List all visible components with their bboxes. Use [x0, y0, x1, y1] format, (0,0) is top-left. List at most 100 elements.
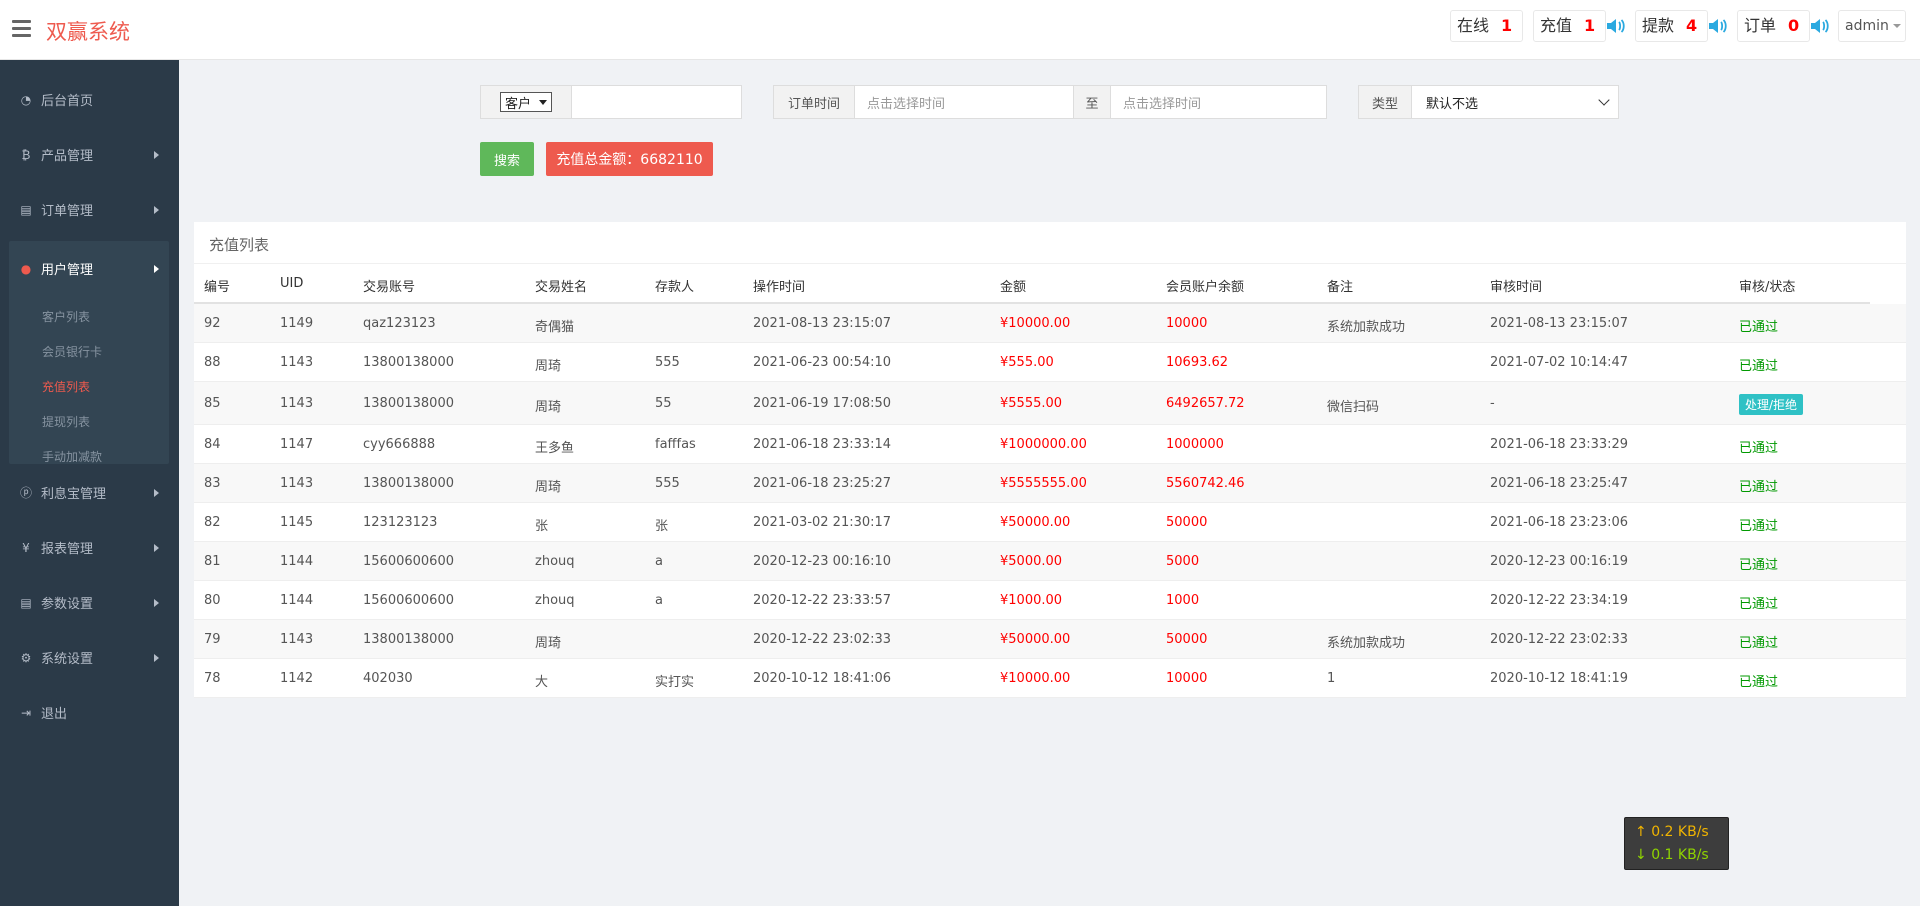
sidebar-subitem-customers[interactable]: 客户列表: [42, 308, 90, 325]
col-uid: 1143: [280, 354, 314, 370]
time-start-input[interactable]: 点击选择时间: [855, 86, 1073, 118]
col-op-time: 2020-12-22 23:33:57: [753, 592, 892, 608]
col-review-time: 2021-06-18 23:33:29: [1490, 436, 1629, 452]
col-account: 13800138000: [363, 354, 454, 370]
order-time-label: 订单时间: [774, 86, 855, 118]
sidebar-item-orders[interactable]: ▤ 订单管理: [0, 182, 179, 237]
process-reject-button[interactable]: 处理/拒绝: [1739, 393, 1804, 415]
col-amount: ¥5555.00: [1000, 395, 1063, 411]
sound-icon[interactable]: [1810, 17, 1830, 35]
sidebar-subitem-bank-cards[interactable]: 会员银行卡: [42, 343, 102, 360]
chevron-down-icon: [1892, 24, 1901, 28]
sidebar-item-system[interactable]: ⚙ 系统设置: [0, 630, 179, 685]
col-balance: 1000: [1166, 592, 1200, 608]
col-account: 402030: [363, 670, 413, 686]
sidebar-item-logout[interactable]: ⇥ 退出: [0, 685, 179, 740]
col-name: 周琦: [535, 399, 562, 415]
sidebar-item-params[interactable]: ▤ 参数设置: [0, 575, 179, 630]
table-row: 81 1144 15600600600 zhouq a 2020-12-23 00:16:…: [194, 542, 1906, 581]
col-uid: 1144: [280, 592, 314, 608]
sidebar-item-label: 用户管理: [41, 263, 94, 278]
col-status: 已通过: [1739, 358, 1779, 374]
chevron-right-icon: [154, 206, 159, 214]
sidebar-item-reports[interactable]: ¥ 报表管理: [0, 520, 179, 575]
type-select[interactable]: 默认不选: [1412, 93, 1618, 112]
col-uid: 1142: [280, 670, 314, 686]
sidebar-item-dashboard[interactable]: ◔ 后台首页: [0, 72, 179, 127]
col-status: 已通过: [1739, 319, 1779, 335]
table-row: 83 1143 13800138000 周琦 555 2021-06-18 23:25:2…: [194, 464, 1906, 503]
col-uid: 1144: [280, 553, 314, 569]
download-speed: ↓ 0.1 KB/s: [1635, 847, 1709, 863]
col-note: 系统加款成功: [1327, 319, 1406, 335]
stat-online-value: 1: [1501, 16, 1513, 35]
table-row: 85 1143 13800138000 周琦 55 2021-06-19 17:08:50…: [194, 382, 1906, 425]
stat-orders-label: 订单: [1744, 16, 1777, 35]
customer-input[interactable]: [572, 86, 741, 118]
recharge-total-button[interactable]: 充值总金额：6682110: [546, 142, 713, 176]
sound-icon[interactable]: [1606, 17, 1626, 35]
header-col-name: 交易姓名: [535, 280, 588, 295]
col-account: 13800138000: [363, 631, 454, 647]
col-account: 15600600600: [363, 592, 454, 608]
header-col-status: 审核/状态: [1739, 280, 1796, 295]
sidebar-item-products[interactable]: ₿ 产品管理: [0, 127, 179, 182]
col-op-time: 2021-08-13 23:15:07: [753, 315, 892, 331]
customer-select-addon: 客户: [481, 86, 572, 118]
yen-icon: ¥: [22, 540, 30, 555]
customer-select[interactable]: 客户: [499, 92, 552, 112]
col-name: zhouq: [535, 592, 575, 608]
chevron-right-icon: [154, 151, 159, 159]
col-op-time: 2021-06-18 23:33:14: [753, 436, 892, 452]
col-review-time: 2020-12-23 00:16:19: [1490, 553, 1629, 569]
col-account: cyy666888: [363, 436, 436, 452]
col-account: 13800138000: [363, 395, 454, 411]
sidebar-item-label: 利息宝管理: [41, 487, 107, 502]
menu-toggle-icon[interactable]: [12, 20, 31, 37]
header-col-depositor: 存款人: [655, 280, 695, 295]
customer-filter: 客户: [480, 85, 742, 119]
col-id: 85: [204, 395, 221, 411]
stat-withdraw-label: 提款: [1642, 16, 1675, 35]
type-label: 类型: [1359, 86, 1412, 118]
sidebar-item-label: 系统设置: [41, 652, 94, 667]
table-row: 92 1149 qaz123123 奇偶猫 2021-08-13 23:15:07 ¥10…: [194, 304, 1906, 343]
chevron-right-icon: [154, 265, 159, 273]
col-depositor: 555: [655, 354, 680, 370]
copy-icon: ▤: [20, 202, 32, 217]
gears-icon: ⚙: [20, 650, 32, 665]
stat-withdraw[interactable]: 提款 4: [1635, 10, 1709, 42]
sidebar-item-users[interactable]: ● 用户管理: [0, 241, 179, 296]
col-balance: 5000: [1166, 553, 1200, 569]
time-end-input[interactable]: 点击选择时间: [1111, 86, 1326, 118]
col-id: 81: [204, 553, 221, 569]
col-balance: 6492657.72: [1166, 395, 1245, 411]
net-speed-widget[interactable]: ↑ 0.2 KB/s ↓ 0.1 KB/s: [1624, 817, 1729, 870]
stat-orders[interactable]: 订单 0: [1737, 10, 1811, 42]
col-op-time: 2020-12-23 00:16:10: [753, 553, 892, 569]
sidebar-item-label: 报表管理: [41, 542, 94, 557]
sidebar-item-interest[interactable]: ⓟ 利息宝管理: [0, 465, 179, 520]
sidebar-subitem-withdraw-list[interactable]: 提现列表: [42, 413, 90, 430]
user-icon: ●: [20, 261, 32, 276]
sidebar-subitem-manual-adjust[interactable]: 手动加减款: [42, 448, 102, 465]
col-amount: ¥1000.00: [1000, 592, 1063, 608]
stat-recharge[interactable]: 充值 1: [1533, 10, 1607, 42]
col-status: 已通过: [1739, 635, 1779, 651]
col-account: qaz123123: [363, 315, 436, 331]
col-amount: ¥50000.00: [1000, 631, 1071, 647]
sound-icon[interactable]: [1708, 17, 1728, 35]
header-col-balance: 会员账户余额: [1166, 280, 1245, 295]
table-row: 84 1147 cyy666888 王多鱼 fafffas 2021-06-18 23:3…: [194, 425, 1906, 464]
sidebar: ◔ 后台首页 ₿ 产品管理 ▤ 订单管理 ● 用户管理 客户列表 会员银行卡 充值列表 …: [0, 60, 179, 906]
stat-online[interactable]: 在线 1: [1450, 10, 1524, 42]
search-button[interactable]: 搜索: [480, 142, 534, 176]
col-id: 92: [204, 315, 221, 331]
chevron-down-icon: [1598, 94, 1610, 106]
admin-dropdown[interactable]: admin: [1838, 10, 1906, 42]
col-uid: 1143: [280, 475, 314, 491]
col-name: 奇偶猫: [535, 319, 575, 335]
recharge-list-panel: 充值列表 编号 UID 交易账号 交易姓名 存款人 操作时间 金额 会员账户余额 备注 审核时间 审…: [194, 222, 1906, 698]
sidebar-subitem-recharge-list[interactable]: 充值列表: [42, 378, 90, 395]
col-name: 张: [535, 518, 549, 534]
